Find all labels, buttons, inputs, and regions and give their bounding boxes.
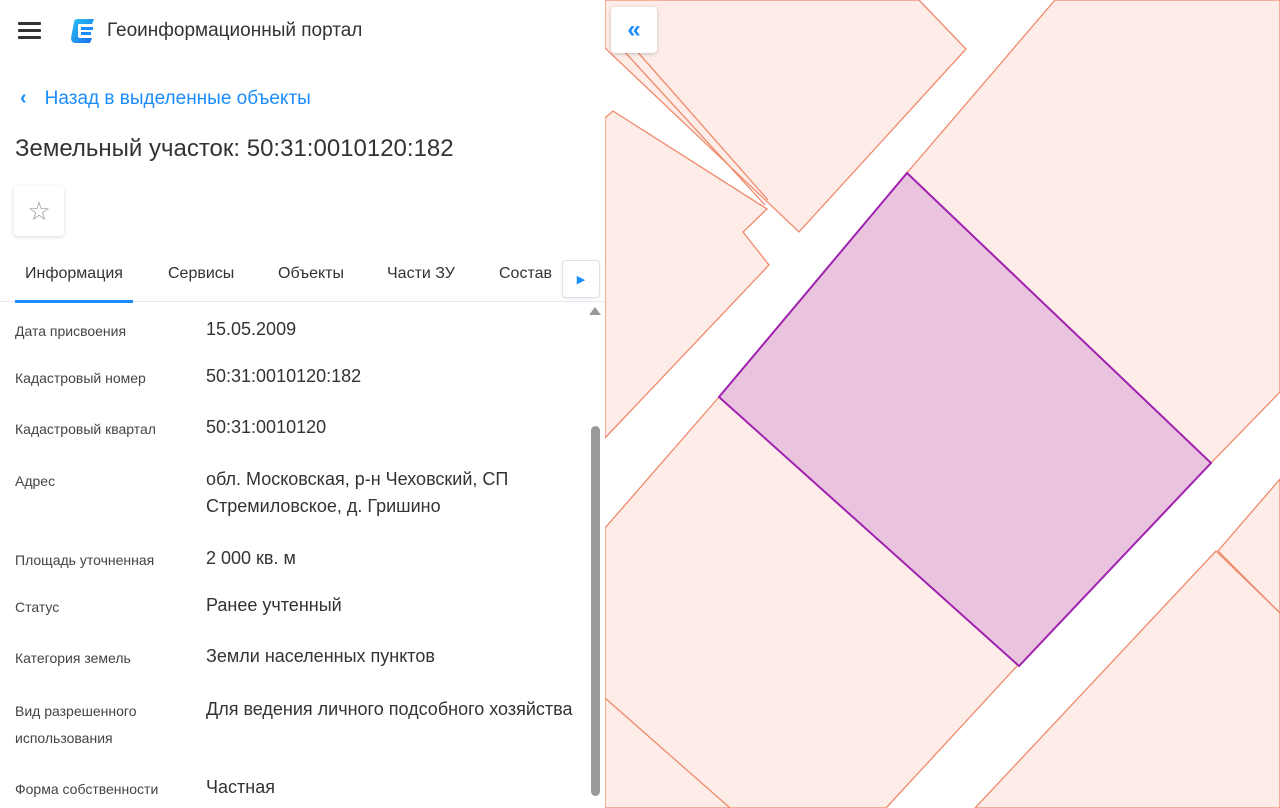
portal-logo-icon	[71, 19, 94, 43]
info-label: Дата присвоения	[15, 323, 127, 339]
tab-information[interactable]: Информация	[15, 265, 133, 303]
app-title: Геоинформационный портал	[107, 20, 363, 41]
chevron-left-icon: ‹	[20, 87, 27, 109]
caret-right-icon: ▶	[576, 273, 586, 286]
hamburger-menu-icon[interactable]	[18, 22, 41, 40]
info-label: Статус	[15, 599, 60, 615]
info-label: Вид разрешенного использования	[15, 703, 137, 746]
info-label: Кадастровый номер	[15, 370, 146, 386]
page-title: Земельный участок: 50:31:0010120:182	[15, 135, 454, 162]
info-label: Площадь уточненная	[15, 552, 155, 568]
tabs-scroll-right-button[interactable]: ▶	[562, 260, 600, 298]
cadastral-map[interactable]	[605, 0, 1280, 808]
tab-bar: Информация Сервисы Объекты Части ЗУ Сост…	[0, 255, 605, 303]
info-value: обл. Московская, р-н Чеховский, СП Стрем…	[206, 469, 509, 516]
scrollbar-thumb[interactable]	[591, 426, 600, 796]
info-value: Земли населенных пунктов	[206, 646, 435, 666]
back-to-selected-link[interactable]: ‹ Назад в выделенные объекты	[20, 87, 311, 110]
info-value: 2 000 кв. м	[206, 548, 296, 568]
collapse-panel-button[interactable]: «	[611, 7, 657, 53]
tab-services[interactable]: Сервисы	[168, 265, 234, 300]
tab-objects[interactable]: Объекты	[278, 265, 344, 300]
back-link-label: Назад в выделенные объекты	[44, 87, 311, 109]
map-view[interactable]	[605, 0, 1280, 808]
double-chevron-left-icon: «	[627, 16, 641, 43]
info-value: Для ведения личного подсобного хозяйства	[206, 699, 573, 719]
info-value: 15.05.2009	[206, 319, 297, 339]
info-value: Ранее учтенный	[206, 595, 342, 615]
info-label: Адрес	[15, 473, 56, 489]
info-label: Форма собственности	[15, 781, 159, 797]
info-panel: Геоинформационный портал ‹ Назад в выдел…	[0, 0, 605, 808]
info-label: Категория земель	[15, 650, 131, 666]
info-value: Частная	[206, 777, 275, 797]
star-icon: ☆	[27, 195, 51, 226]
info-value: 50:31:0010120:182	[206, 366, 362, 386]
info-label: Кадастровый квартал	[15, 421, 156, 437]
scroll-up-arrow[interactable]	[589, 307, 601, 315]
tab-parts[interactable]: Части ЗУ	[387, 265, 455, 300]
tab-composition[interactable]: Состав	[499, 265, 552, 300]
favorite-button[interactable]: ☆	[14, 186, 64, 236]
info-value: 50:31:0010120	[206, 417, 327, 437]
